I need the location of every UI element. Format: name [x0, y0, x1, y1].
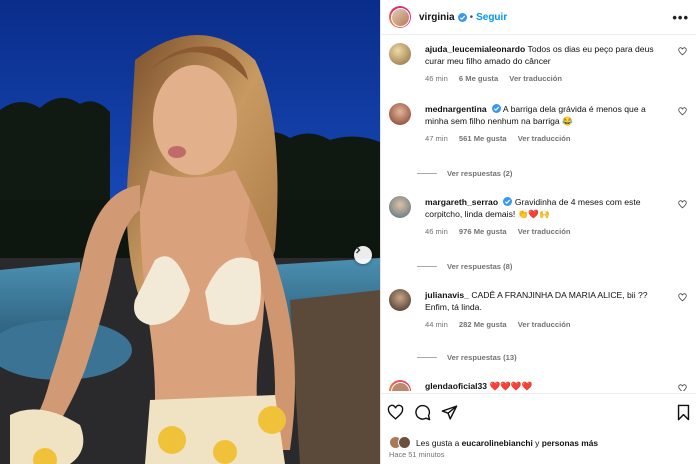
post-header: virginia • Seguir •••	[381, 0, 696, 35]
view-replies-label: Ver respuestas (13)	[447, 353, 517, 362]
translate-link[interactable]: Ver traducción	[518, 320, 571, 329]
heart-outline-icon[interactable]	[387, 404, 404, 421]
comment-body: julianavis_ CADÊ A FRANJINHA DA MARIA AL…	[425, 289, 671, 331]
comment-likes[interactable]: 282 Me gusta	[459, 320, 507, 329]
comment-body: margareth_serrao Gravidinha de 4 meses c…	[425, 196, 671, 238]
comment-body: ajuda_leucemialeonardo Todos os dias eu …	[425, 43, 671, 85]
translate-link[interactable]: Ver traducción	[518, 134, 571, 143]
photo-illustration	[0, 0, 380, 464]
view-replies-label: Ver respuestas (2)	[447, 169, 513, 178]
translate-link[interactable]: Ver traducción	[518, 227, 571, 236]
commenter-avatar[interactable]	[389, 380, 411, 391]
comment-likes[interactable]: 6 Me gusta	[459, 74, 498, 83]
likes-text: Les gusta a eucarolinebianchi y personas…	[416, 437, 599, 448]
commenter-username[interactable]: glendaoficial33	[425, 381, 487, 391]
comment-meta: 44 min 282 Me gusta Ver traducción	[425, 319, 671, 331]
replies-divider	[417, 173, 437, 174]
replies-divider	[417, 357, 437, 358]
likes-summary: Les gusta a eucarolinebianchi y personas…	[389, 436, 598, 449]
comments-list: ajuda_leucemialeonardo Todos os dias eu …	[381, 35, 696, 391]
view-replies-label: Ver respuestas (8)	[447, 262, 513, 271]
follow-button[interactable]: Seguir	[476, 12, 507, 23]
commenter-avatar[interactable]	[389, 43, 411, 65]
comment-body: glendaoficial33 ❤️❤️❤️❤️	[425, 380, 671, 391]
like-comment-heart-icon[interactable]	[678, 200, 687, 209]
comment-bubble-icon[interactable]	[414, 404, 431, 421]
like-comment-heart-icon[interactable]	[678, 293, 687, 302]
comment-meta: 46 min 6 Me gusta Ver traducción	[425, 73, 671, 85]
liker-avatar[interactable]	[398, 436, 411, 449]
commenter-username[interactable]: ajuda_leucemialeonardo	[425, 44, 525, 54]
comment-text: ❤️❤️❤️❤️	[489, 381, 533, 391]
next-photo-button[interactable]	[354, 246, 372, 264]
commenter-username[interactable]: margareth_serrao	[425, 197, 498, 207]
comment-likes[interactable]: 976 Me gusta	[459, 227, 507, 236]
replies-divider	[417, 266, 437, 267]
verified-badge-icon	[457, 12, 467, 22]
post-actions: Les gusta a eucarolinebianchi y personas…	[381, 393, 696, 464]
more-options-button[interactable]: •••	[672, 10, 689, 25]
comment-time[interactable]: 44 min	[425, 320, 448, 329]
comment-time[interactable]: 47 min	[425, 134, 448, 143]
post-viewer: virginia • Seguir ••• ajuda_leucemialeon…	[0, 0, 696, 464]
like-comment-heart-icon[interactable]	[678, 384, 687, 391]
author-avatar[interactable]	[389, 6, 411, 28]
commenter-username[interactable]: mednargentina	[425, 104, 487, 114]
view-replies-button[interactable]: Ver respuestas (2)	[417, 169, 512, 178]
verified-badge-icon	[503, 197, 513, 206]
view-replies-button[interactable]: Ver respuestas (13)	[417, 353, 517, 362]
other-likers-link[interactable]: personas más	[542, 438, 598, 448]
like-comment-heart-icon[interactable]	[678, 47, 687, 56]
comment-body: mednargentina A barriga dela grávida é m…	[425, 103, 671, 145]
paper-plane-icon[interactable]	[441, 404, 458, 421]
commenter-avatar[interactable]	[389, 289, 411, 311]
comment-meta: 46 min 976 Me gusta Ver traducción	[425, 226, 671, 238]
comment-time[interactable]: 46 min	[425, 74, 448, 83]
post-photo	[0, 0, 380, 464]
translate-link[interactable]: Ver traducción	[509, 74, 562, 83]
comment-time[interactable]: 46 min	[425, 227, 448, 236]
chevron-right-icon	[356, 246, 361, 254]
post-timestamp[interactable]: Hace 51 minutos	[389, 450, 444, 459]
commenter-avatar[interactable]	[389, 196, 411, 218]
bookmark-icon[interactable]	[676, 404, 691, 421]
like-comment-heart-icon[interactable]	[678, 107, 687, 116]
commenter-username[interactable]: julianavis_	[425, 290, 469, 300]
commenter-avatar[interactable]	[389, 103, 411, 125]
comment-likes[interactable]: 561 Me gusta	[459, 134, 507, 143]
action-buttons	[387, 404, 468, 421]
separator-dot: •	[469, 11, 474, 23]
verified-badge-icon	[492, 104, 501, 113]
view-replies-button[interactable]: Ver respuestas (8)	[417, 262, 512, 271]
comment-meta: 47 min 561 Me gusta Ver traducción	[425, 133, 671, 145]
liker-username[interactable]: eucarolinebianchi	[462, 438, 533, 448]
author-username[interactable]: virginia	[419, 12, 455, 23]
post-sidebar: virginia • Seguir ••• ajuda_leucemialeon…	[380, 0, 696, 464]
